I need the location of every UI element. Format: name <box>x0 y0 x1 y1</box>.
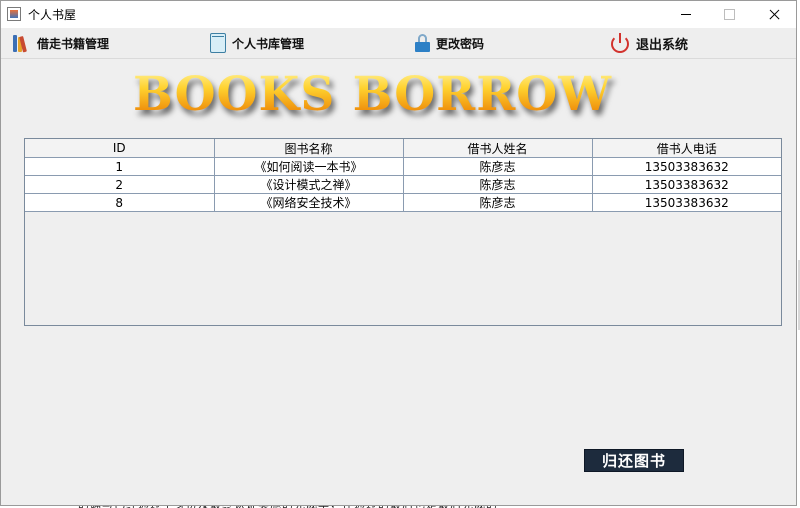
cell-borrower-name[interactable]: 陈彦志 <box>402 157 593 176</box>
return-book-button[interactable]: 归还图书 <box>584 449 684 472</box>
table-header-row: ID 图书名称 借书人姓名 借书人电话 <box>25 139 781 158</box>
menu-bar: 借走书籍管理 个人书库管理 更改密码 退出系统 <box>1 28 796 59</box>
menu-label: 更改密码 <box>436 36 485 51</box>
title-bar[interactable]: 个人书屋 <box>1 1 796 28</box>
table-row[interactable]: 1 《如何阅读一本书》 陈彦志 13503383632 <box>25 157 781 176</box>
cell-id[interactable]: 8 <box>25 193 215 212</box>
menu-change-password[interactable]: 更改密码 <box>415 28 484 58</box>
table-row[interactable]: 8 《网络安全技术》 陈彦志 13503383632 <box>25 193 781 212</box>
column-header-borrower-name[interactable]: 借书人姓名 <box>402 139 593 158</box>
maximize-button[interactable] <box>706 1 752 28</box>
close-button[interactable] <box>751 1 797 28</box>
cell-borrower-name[interactable]: 陈彦志 <box>402 193 593 212</box>
minimize-button[interactable] <box>664 1 710 28</box>
borrow-table-panel[interactable]: ID 图书名称 借书人姓名 借书人电话 1 《如何阅读一本书》 陈彦志 1350… <box>24 138 782 326</box>
column-header-id[interactable]: ID <box>25 139 215 158</box>
cell-book-name[interactable]: 《设计模式之禅》 <box>213 175 404 194</box>
column-header-book-name[interactable]: 图书名称 <box>213 139 404 158</box>
borrow-table: ID 图书名称 借书人姓名 借书人电话 1 《如何阅读一本书》 陈彦志 1350… <box>25 139 781 212</box>
books-icon <box>13 34 31 53</box>
power-icon <box>610 33 630 53</box>
menu-label: 退出系统 <box>636 37 689 53</box>
cell-borrower-name[interactable]: 陈彦志 <box>402 175 593 194</box>
menu-label: 借走书籍管理 <box>37 36 110 51</box>
menu-exit-system[interactable]: 退出系统 <box>610 28 688 58</box>
java-app-icon <box>7 7 21 21</box>
cell-borrower-phone[interactable]: 13503383632 <box>591 193 781 212</box>
cell-id[interactable]: 1 <box>25 157 215 176</box>
banner-title: BOOKS BORROW <box>133 67 663 127</box>
cell-borrower-phone[interactable]: 13503383632 <box>591 175 781 194</box>
cell-borrower-phone[interactable]: 13503383632 <box>591 157 781 176</box>
window-title: 个人书屋 <box>28 8 77 22</box>
cell-book-name[interactable]: 《如何阅读一本书》 <box>213 157 404 176</box>
book-icon <box>210 33 226 53</box>
table-row[interactable]: 2 《设计模式之禅》 陈彦志 13503383632 <box>25 175 781 194</box>
menu-label: 个人书库管理 <box>232 36 305 51</box>
menu-borrowed-books[interactable]: 借走书籍管理 <box>13 28 109 58</box>
lock-icon <box>415 34 430 52</box>
column-header-borrower-phone[interactable]: 借书人电话 <box>591 139 781 158</box>
menu-personal-library[interactable]: 个人书库管理 <box>210 28 304 58</box>
app-window: 个人书屋 借走书籍管理 个人书库管理 更改密码 退出系统 BOOKS BORRO… <box>0 0 797 506</box>
cell-book-name[interactable]: 《网络安全技术》 <box>213 193 404 212</box>
cell-id[interactable]: 2 <box>25 175 215 194</box>
